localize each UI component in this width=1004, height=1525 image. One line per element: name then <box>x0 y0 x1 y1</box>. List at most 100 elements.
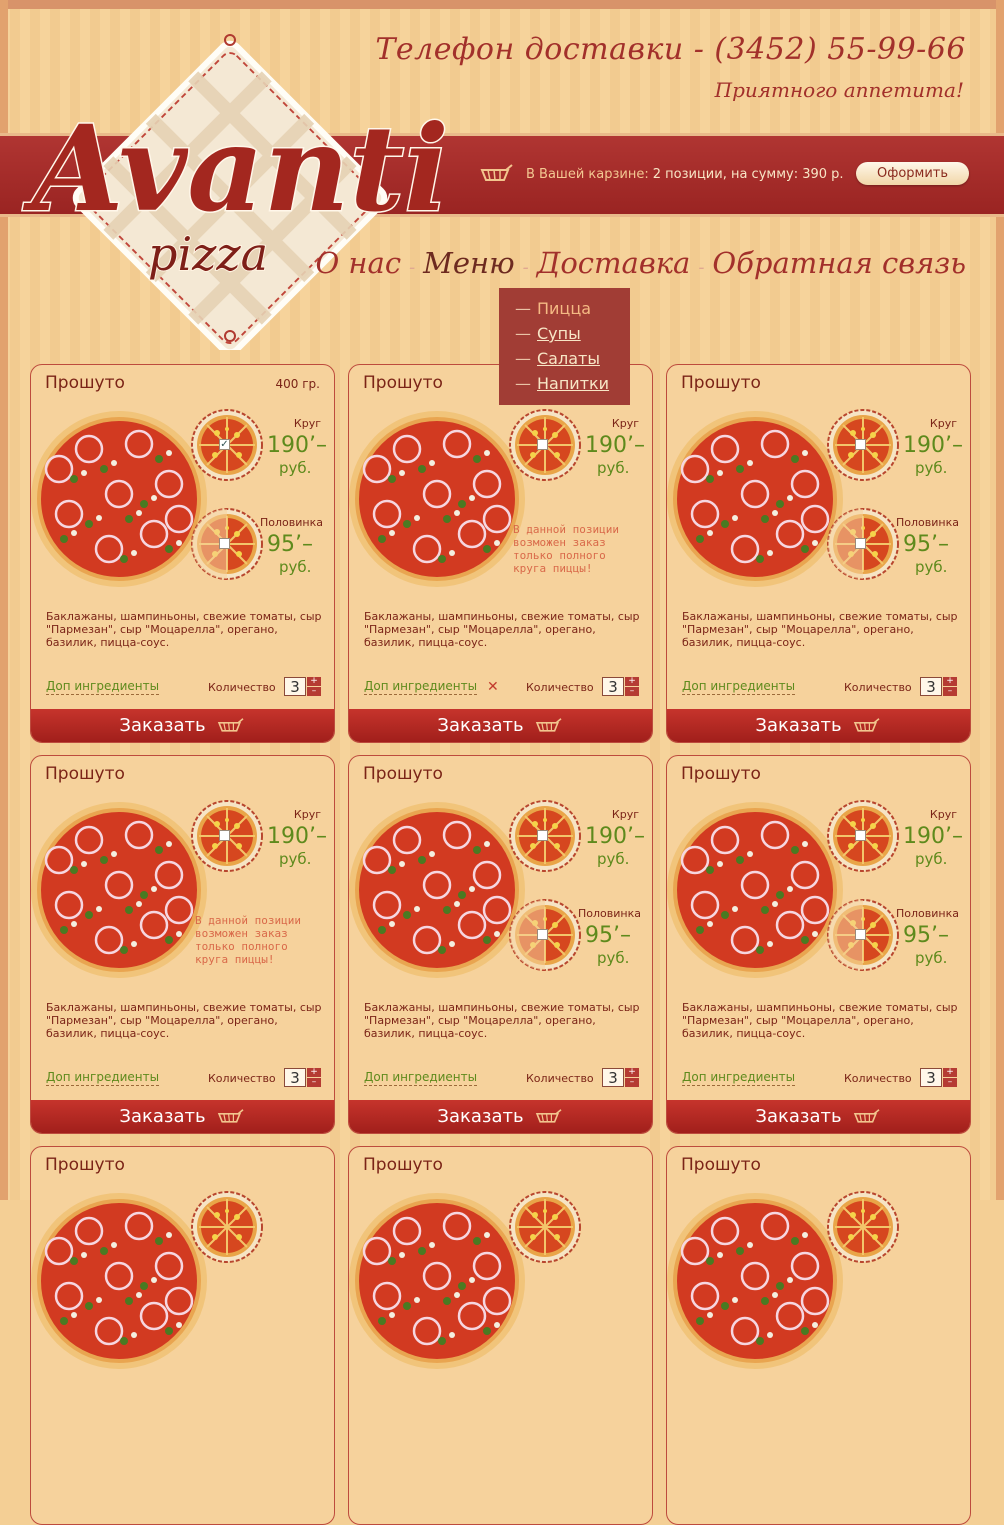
pizza-name: Прошуто <box>681 764 761 784</box>
half-checkbox[interactable] <box>855 538 866 549</box>
quantity-increase-button[interactable]: + <box>943 677 957 686</box>
quantity-decrease-button[interactable]: – <box>943 1078 957 1087</box>
nav-about[interactable]: О нас <box>315 246 401 280</box>
quantity-label: Количество <box>526 1072 594 1085</box>
pizza-description: Баклажаны, шампиньоны, свежие томаты, сы… <box>682 610 958 649</box>
half-price: 95’– <box>267 532 313 557</box>
half-currency: руб. <box>279 558 312 576</box>
extra-ingredients-link[interactable]: Доп ингредиенты <box>682 679 796 695</box>
round-price: 190’– <box>585 824 645 849</box>
extra-ingredients-link[interactable]: Доп ингредиенты <box>46 1070 160 1086</box>
quantity-increase-button[interactable]: + <box>943 1068 957 1077</box>
quantity-decrease-button[interactable]: – <box>943 687 957 696</box>
round-checkbox[interactable] <box>855 830 866 841</box>
pizza-name: Прошуто <box>363 764 443 784</box>
submenu-item-soups[interactable]: — Супы <box>499 321 630 346</box>
quantity-increase-button[interactable]: + <box>625 1068 639 1077</box>
pizza-card: Прошуто <box>30 1146 335 1525</box>
quantity-decrease-button[interactable]: – <box>307 1078 321 1087</box>
extra-ingredients-link[interactable]: Доп ингредиенты <box>364 1070 478 1086</box>
pizza-card: Прошуто Круг 190’– руб. Половинка 95’– р… <box>348 755 653 1134</box>
option-round[interactable] <box>507 1191 647 1271</box>
option-half[interactable]: Половинка 95’– руб. <box>825 899 965 979</box>
quantity-input[interactable]: 3 <box>920 677 942 696</box>
checkout-button[interactable]: Оформить <box>856 162 969 185</box>
order-button[interactable]: Заказать <box>31 709 334 742</box>
submenu-item-pizza[interactable]: — Пицца <box>499 296 630 321</box>
quantity-decrease-button[interactable]: – <box>625 1078 639 1087</box>
menu-dropdown: — Пицца — Супы — Салаты — Напитки <box>499 288 630 405</box>
basket-icon <box>217 717 244 732</box>
quantity-label: Количество <box>208 1072 276 1085</box>
round-checkbox[interactable]: ✓ <box>219 439 230 450</box>
pizza-card: Прошуто Круг 190’– руб. В данной позиции… <box>348 364 653 743</box>
pizza-image <box>349 800 525 980</box>
round-price: 190’– <box>585 433 645 458</box>
cart-summary[interactable]: В Вашей карзине: 2 позиции, на сумму: 39… <box>480 160 844 188</box>
option-round[interactable] <box>189 1191 329 1271</box>
logo-brand: Avanti <box>22 99 449 238</box>
option-round[interactable]: Круг 190’– руб. <box>825 409 965 489</box>
option-round[interactable]: ✓ Круг 190’– руб. <box>189 409 329 489</box>
quantity-increase-button[interactable]: + <box>307 1068 321 1077</box>
round-checkbox[interactable] <box>855 439 866 450</box>
extra-ingredients-link[interactable]: Доп ингредиенты <box>682 1070 796 1086</box>
submenu-item-drinks[interactable]: — Напитки <box>499 371 630 396</box>
basket-icon <box>217 1108 244 1123</box>
round-checkbox[interactable] <box>537 830 548 841</box>
round-checkbox[interactable] <box>537 439 548 450</box>
round-checkbox[interactable] <box>219 830 230 841</box>
pizza-description: Баклажаны, шампиньоны, свежие томаты, сы… <box>364 1001 640 1040</box>
pizza-card: Прошуто 400 гр. ✓ Круг 190’– руб. Полови… <box>30 364 335 743</box>
half-checkbox[interactable] <box>219 538 230 549</box>
round-currency: руб. <box>597 459 630 477</box>
half-currency: руб. <box>597 949 630 967</box>
round-price: 190’– <box>903 433 963 458</box>
extra-ingredients-link[interactable]: Доп ингредиенты <box>364 679 478 695</box>
option-round[interactable]: Круг 190’– руб. <box>507 800 647 880</box>
round-price: 190’– <box>267 824 327 849</box>
quantity-input[interactable]: 3 <box>602 1068 624 1087</box>
logo-sub: pizza <box>148 227 268 281</box>
order-label: Заказать <box>755 1106 842 1127</box>
option-round[interactable]: Круг 190’– руб. <box>825 800 965 880</box>
half-checkbox[interactable] <box>855 929 866 940</box>
option-round[interactable] <box>825 1191 965 1271</box>
quantity-input[interactable]: 3 <box>602 677 624 696</box>
quantity-label: Количество <box>526 681 594 694</box>
order-button[interactable]: Заказать <box>349 1100 652 1133</box>
nav-menu[interactable]: Меню <box>423 246 515 280</box>
option-round[interactable]: Круг 190’– руб. <box>507 409 647 489</box>
pizza-image <box>31 800 207 980</box>
avanti-logo[interactable]: Avanti pizza <box>20 20 450 350</box>
pizza-card: Прошуто Круг 190’– руб. Половинка 95’– р… <box>666 755 971 1134</box>
nav-delivery[interactable]: Доставка <box>537 246 691 280</box>
pizza-name: Прошуто <box>45 373 125 393</box>
extra-ingredients-link[interactable]: Доп ингредиенты <box>46 679 160 695</box>
quantity-input[interactable]: 3 <box>284 1068 306 1087</box>
half-currency: руб. <box>915 949 948 967</box>
quantity-input[interactable]: 3 <box>920 1068 942 1087</box>
option-half[interactable]: Половинка 95’– руб. <box>825 508 965 588</box>
quantity-input[interactable]: 3 <box>284 677 306 696</box>
half-checkbox[interactable] <box>537 929 548 940</box>
basket-icon <box>535 1108 562 1123</box>
quantity-decrease-button[interactable]: – <box>625 687 639 696</box>
order-button[interactable]: Заказать <box>349 709 652 742</box>
nav-feedback[interactable]: Обратная связь <box>712 246 966 280</box>
order-button[interactable]: Заказать <box>667 709 970 742</box>
order-button[interactable]: Заказать <box>31 1100 334 1133</box>
quantity-decrease-button[interactable]: – <box>307 687 321 696</box>
close-icon[interactable]: ✕ <box>487 679 499 695</box>
option-round[interactable]: Круг 190’– руб. <box>189 800 329 880</box>
option-half[interactable]: Половинка 95’– руб. <box>189 508 329 588</box>
order-button[interactable]: Заказать <box>667 1100 970 1133</box>
basket-icon <box>480 164 513 181</box>
option-half[interactable]: Половинка 95’– руб. <box>507 899 647 979</box>
basket-icon <box>853 1108 880 1123</box>
order-label: Заказать <box>437 1106 524 1127</box>
quantity-increase-button[interactable]: + <box>625 677 639 686</box>
pizza-description: Баклажаны, шампиньоны, свежие томаты, сы… <box>364 610 640 649</box>
quantity-increase-button[interactable]: + <box>307 677 321 686</box>
submenu-item-salads[interactable]: — Салаты <box>499 346 630 371</box>
